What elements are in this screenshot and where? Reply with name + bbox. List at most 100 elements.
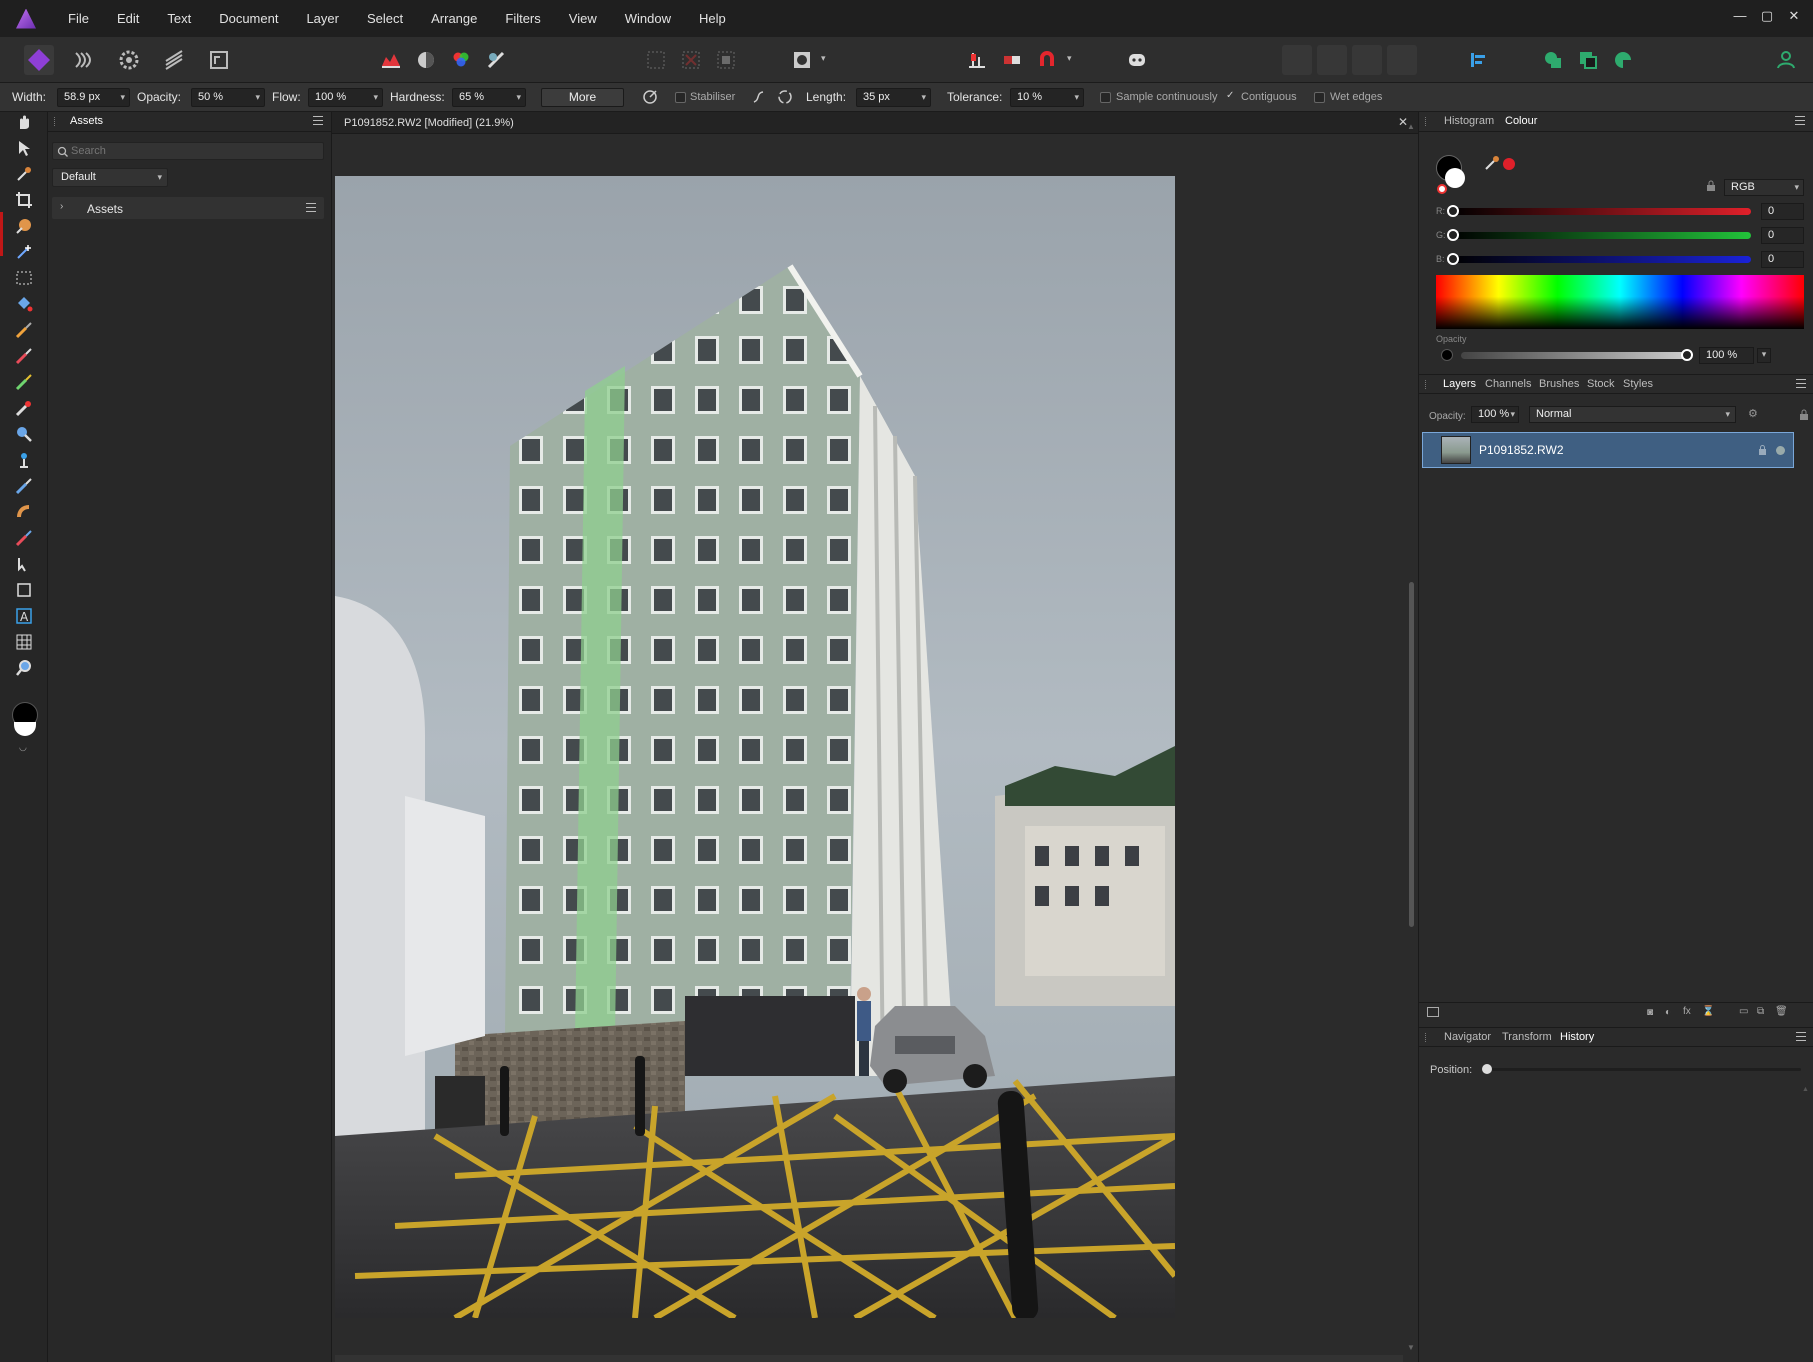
snapping-icon[interactable]: [1032, 45, 1062, 75]
layer-options-icon[interactable]: [1427, 1007, 1439, 1017]
erase-brush-tool-icon[interactable]: [14, 346, 34, 366]
adjustment-layer-icon[interactable]: ◐: [1665, 1007, 1671, 1018]
rope-mode-icon[interactable]: [751, 89, 767, 108]
blend-mode-select[interactable]: Normal ▾: [1529, 406, 1736, 423]
wet-edges-checkbox[interactable]: [1314, 92, 1325, 103]
scroll-up-icon[interactable]: ▲: [1407, 122, 1415, 131]
layer-row-lock-icon[interactable]: [1758, 445, 1767, 456]
tab-histogram[interactable]: Histogram: [1444, 115, 1494, 127]
secondary-colour-swatch[interactable]: [14, 722, 36, 736]
quick-mask-dropdown-icon[interactable]: ▾: [821, 53, 826, 64]
tolerance-field[interactable]: 10 % ▾: [1010, 88, 1084, 107]
tab-navigator[interactable]: Navigator: [1444, 1031, 1491, 1043]
tab-transform[interactable]: Transform: [1502, 1031, 1552, 1043]
document-tab[interactable]: P1091852.RW2 [Modified] (21.9%) ✕: [332, 112, 1418, 134]
history-menu-icon[interactable]: [1796, 1032, 1806, 1041]
blur-brush-tool-icon[interactable]: [14, 424, 34, 444]
length-field[interactable]: 35 px ▾: [856, 88, 931, 107]
history-scroll-up-icon[interactable]: ▲: [1802, 1086, 1809, 1093]
healing-tool-icon[interactable]: [14, 450, 34, 470]
tab-colour[interactable]: Colour: [1505, 115, 1537, 127]
colour-opacity-value[interactable]: 100 %: [1699, 347, 1754, 364]
tone-mapping-persona-icon[interactable]: [159, 45, 189, 75]
menu-window[interactable]: Window: [611, 0, 685, 37]
marquee-tool-icon[interactable]: [14, 268, 34, 288]
arrange-back-icon[interactable]: [1282, 45, 1312, 75]
history-position-knob[interactable]: [1482, 1064, 1492, 1074]
flood-select-tool-icon[interactable]: [14, 242, 34, 262]
assets-menu-icon[interactable]: [313, 116, 323, 125]
delete-layer-icon[interactable]: 🗑: [1775, 1006, 1788, 1017]
no-colour-icon[interactable]: [1437, 184, 1447, 194]
arrange-backward-icon[interactable]: [1317, 45, 1347, 75]
panel-grip-icon[interactable]: [54, 117, 56, 126]
swap-colours-icon[interactable]: ◡: [19, 742, 27, 753]
hardness-field[interactable]: 65 % ▾: [452, 88, 526, 107]
deselect-icon[interactable]: [676, 45, 706, 75]
layer-row[interactable]: P1091852.RW2: [1422, 432, 1794, 468]
develop-persona-icon[interactable]: [114, 45, 144, 75]
tab-brushes[interactable]: Brushes: [1539, 378, 1579, 390]
artistic-text-tool-icon[interactable]: A: [14, 606, 34, 626]
quick-mask-icon[interactable]: [787, 45, 817, 75]
menu-select[interactable]: Select: [353, 0, 417, 37]
tab-styles[interactable]: Styles: [1623, 378, 1653, 390]
red-eye-tool-icon[interactable]: [14, 476, 34, 496]
picked-colour-swatch[interactable]: [1503, 158, 1515, 170]
assets-section-menu-icon[interactable]: [306, 203, 316, 212]
width-field[interactable]: 58.9 px ▾: [57, 88, 130, 107]
boolean-subtract-icon[interactable]: [1573, 45, 1603, 75]
opacity-field[interactable]: 50 % ▾: [191, 88, 265, 107]
horizontal-scrollbar[interactable]: [335, 1355, 1403, 1362]
assets-category-select[interactable]: Default ▾: [52, 168, 168, 187]
auto-colour-icon[interactable]: [446, 45, 476, 75]
selection-marquee-icon[interactable]: [641, 45, 671, 75]
red-slider-knob[interactable]: [1447, 205, 1459, 217]
tab-layers[interactable]: Layers: [1443, 378, 1476, 390]
contiguous-checkbox[interactable]: [1225, 90, 1236, 103]
node-tool-icon[interactable]: [14, 554, 34, 574]
move-tool-icon[interactable]: [14, 138, 34, 158]
invert-selection-icon[interactable]: [711, 45, 741, 75]
boolean-add-icon[interactable]: [1538, 45, 1568, 75]
red-value[interactable]: 0: [1761, 203, 1804, 220]
mesh-grid-tool-icon[interactable]: [14, 632, 34, 652]
flood-fill-tool-icon[interactable]: [14, 294, 34, 314]
assets-search[interactable]: [52, 142, 324, 160]
green-value[interactable]: 0: [1761, 227, 1804, 244]
smudge-tool-icon[interactable]: [14, 502, 34, 522]
menu-view[interactable]: View: [555, 0, 611, 37]
snapping-dropdown-icon[interactable]: ▾: [1067, 53, 1072, 64]
colour-picker-tool-icon[interactable]: [14, 164, 34, 184]
account-icon[interactable]: [1771, 45, 1801, 75]
layer-visibility-icon[interactable]: [1776, 446, 1785, 455]
lock-icon[interactable]: [1706, 180, 1716, 192]
affinity-photo-logo-icon[interactable]: [16, 8, 36, 29]
layers-menu-icon[interactable]: [1796, 379, 1806, 388]
menu-edit[interactable]: Edit: [103, 0, 153, 37]
menu-arrange[interactable]: Arrange: [417, 0, 491, 37]
arrange-front-icon[interactable]: [1387, 45, 1417, 75]
clone-brush-tool-icon[interactable]: [14, 398, 34, 418]
colour-opacity-knob[interactable]: [1681, 349, 1693, 361]
blue-slider-knob[interactable]: [1447, 253, 1459, 265]
minimize-icon[interactable]: —: [1730, 8, 1750, 23]
rectangle-tool-icon[interactable]: [14, 580, 34, 600]
scrollbar-thumb[interactable]: [1409, 582, 1414, 927]
history-position-slider[interactable]: [1485, 1068, 1801, 1071]
flow-field[interactable]: 100 % ▾: [308, 88, 383, 107]
blue-slider[interactable]: [1451, 256, 1751, 263]
dodge-brush-tool-icon[interactable]: [14, 372, 34, 392]
stabiliser-checkbox[interactable]: [675, 92, 686, 103]
menu-text[interactable]: Text: [153, 0, 205, 37]
panel-grip-icon[interactable]: [1425, 380, 1426, 389]
green-slider[interactable]: [1451, 232, 1751, 239]
layer-opacity-field[interactable]: 100 % ▾: [1471, 406, 1519, 423]
stroke-colour-swatch[interactable]: [1445, 168, 1465, 188]
auto-contrast-icon[interactable]: [411, 45, 441, 75]
layer-lock-icon[interactable]: [1799, 409, 1809, 421]
more-button[interactable]: More: [541, 88, 624, 107]
blue-value[interactable]: 0: [1761, 251, 1804, 268]
colour-spectrum[interactable]: [1436, 275, 1804, 329]
colour-menu-icon[interactable]: [1795, 116, 1805, 125]
